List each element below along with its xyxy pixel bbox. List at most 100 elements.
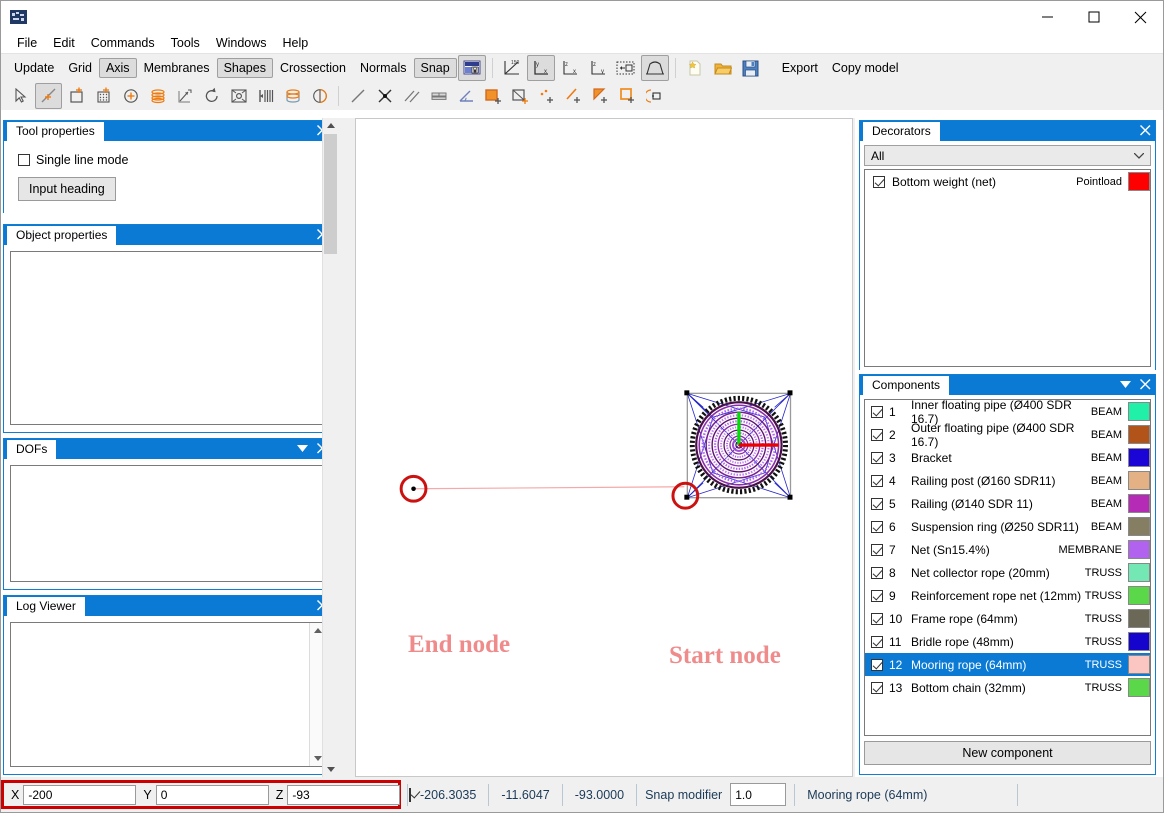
component-color-swatch[interactable] <box>1128 678 1150 697</box>
toolbar-membranes[interactable]: Membranes <box>137 58 217 78</box>
menu-commands[interactable]: Commands <box>83 34 163 52</box>
component-row[interactable]: 4 Railing post (Ø160 SDR11) BEAM <box>865 469 1150 492</box>
add-square-icon[interactable] <box>615 84 640 108</box>
close-button[interactable] <box>1117 1 1163 33</box>
component-color-swatch[interactable] <box>1128 563 1150 582</box>
toolbar-axis[interactable]: Axis <box>98 58 137 78</box>
component-row[interactable]: 6 Suspension ring (Ø250 SDR11) BEAM <box>865 515 1150 538</box>
left-dock-scrollbar[interactable] <box>322 118 338 777</box>
rotate-icon[interactable] <box>199 84 224 108</box>
decorator-color-swatch[interactable] <box>1128 172 1150 191</box>
save-disk-icon[interactable] <box>738 56 764 80</box>
decorator-row[interactable]: Bottom weight (net) Pointload <box>865 170 1150 193</box>
angle-150-axis-icon[interactable]: 150 <box>499 56 525 80</box>
fill-square-icon[interactable] <box>480 84 505 108</box>
chevron-down-icon[interactable] <box>297 443 308 455</box>
component-row[interactable]: 2 Outer floating pipe (Ø400 SDR 16.7) BEAM <box>865 421 1150 449</box>
lock-view-icon[interactable] <box>457 55 486 81</box>
toolbar-grid[interactable]: Grid <box>61 58 99 78</box>
component-checkbox[interactable] <box>871 658 883 671</box>
minimize-button[interactable] <box>1025 1 1071 33</box>
toolbar-snap[interactable]: Snap <box>413 58 457 78</box>
y-input[interactable] <box>155 784 269 805</box>
component-checkbox[interactable] <box>871 566 883 579</box>
copy-model-button[interactable]: Copy model <box>825 58 906 78</box>
z-input[interactable] <box>287 784 401 805</box>
menu-windows[interactable]: Windows <box>208 34 275 52</box>
component-color-swatch[interactable] <box>1128 494 1150 513</box>
component-checkbox[interactable] <box>871 589 883 602</box>
menu-help[interactable]: Help <box>275 34 317 52</box>
toolbar-update[interactable]: Update <box>7 58 61 78</box>
component-row[interactable]: 8 Net collector rope (20mm) TRUSS <box>865 561 1150 584</box>
component-row[interactable]: 9 Reinforcement rope net (12mm) TRUSS <box>865 584 1150 607</box>
close-icon[interactable] <box>1140 124 1151 138</box>
add-line-icon[interactable] <box>561 84 586 108</box>
toolbar-shapes[interactable]: Shapes <box>216 58 273 78</box>
chevron-down-icon[interactable] <box>1120 379 1131 391</box>
component-row[interactable]: 12 Mooring rope (64mm) TRUSS <box>865 653 1150 676</box>
single-line-mode-row[interactable]: Single line mode <box>18 153 318 167</box>
axis-yx-icon[interactable]: y x <box>526 55 555 81</box>
component-color-swatch[interactable] <box>1128 517 1150 536</box>
component-color-swatch[interactable] <box>1128 632 1150 651</box>
decorators-filter-select[interactable]: All <box>864 145 1151 166</box>
select-arrow-icon[interactable] <box>8 84 33 108</box>
model-canvas[interactable]: End node Start node <box>355 118 853 777</box>
parallel-lines-icon[interactable] <box>399 84 424 108</box>
menu-file[interactable]: File <box>9 34 45 52</box>
component-row[interactable]: 13 Bottom chain (32mm) TRUSS <box>865 676 1150 699</box>
add-triangle-icon[interactable] <box>588 84 613 108</box>
component-checkbox[interactable] <box>871 497 883 510</box>
components-list[interactable]: 1 Inner floating pipe (Ø400 SDR 16.7) BEAM… <box>864 399 1151 736</box>
component-checkbox[interactable] <box>871 451 883 464</box>
component-color-swatch[interactable] <box>1128 540 1150 559</box>
component-checkbox[interactable] <box>871 428 883 441</box>
x-input[interactable] <box>23 784 137 805</box>
component-checkbox[interactable] <box>871 612 883 625</box>
component-color-swatch[interactable] <box>1128 402 1150 421</box>
object-properties-list[interactable] <box>10 251 326 425</box>
measure-icon[interactable] <box>426 84 451 108</box>
menu-tools[interactable]: Tools <box>163 34 208 52</box>
input-heading-button[interactable]: Input heading <box>18 177 116 201</box>
scale-icon[interactable] <box>226 84 251 108</box>
add-grid-icon[interactable] <box>91 84 116 108</box>
maximize-button[interactable] <box>1071 1 1117 33</box>
toolbar-normals[interactable]: Normals <box>353 58 414 78</box>
dofs-list[interactable] <box>10 465 326 582</box>
shape-arch-icon[interactable] <box>640 55 669 81</box>
component-checkbox[interactable] <box>871 543 883 556</box>
open-folder-icon[interactable] <box>710 56 736 80</box>
single-line-mode-checkbox[interactable] <box>18 154 30 166</box>
left-scroll-thumb[interactable] <box>324 134 337 254</box>
mirror-icon[interactable] <box>642 84 667 108</box>
toolbar-crossection[interactable]: Crossection <box>273 58 353 78</box>
component-checkbox[interactable] <box>871 681 883 694</box>
component-color-swatch[interactable] <box>1128 448 1150 467</box>
component-color-swatch[interactable] <box>1128 471 1150 490</box>
axis-zy-icon[interactable]: z y <box>585 56 611 80</box>
menu-edit[interactable]: Edit <box>45 34 83 52</box>
close-icon[interactable] <box>1140 378 1151 392</box>
angle-icon[interactable] <box>453 84 478 108</box>
divide-icon[interactable] <box>253 84 278 108</box>
component-color-swatch[interactable] <box>1128 425 1150 444</box>
component-row[interactable]: 5 Railing (Ø140 SDR 11) BEAM <box>865 492 1150 515</box>
component-color-swatch[interactable] <box>1127 654 1150 675</box>
stack-icon[interactable] <box>145 84 170 108</box>
component-color-swatch[interactable] <box>1128 586 1150 605</box>
component-row[interactable]: 10 Frame rope (64mm) TRUSS <box>865 607 1150 630</box>
decorator-checkbox[interactable] <box>873 175 885 188</box>
log-viewer-text[interactable] <box>10 622 326 767</box>
component-row[interactable]: 3 Bracket BEAM <box>865 446 1150 469</box>
component-row[interactable]: 7 Net (Sn15.4%) MEMBRANE <box>865 538 1150 561</box>
decorators-list[interactable]: Bottom weight (net) Pointload <box>864 169 1151 367</box>
coordinate-lock-checkbox[interactable] <box>409 787 412 802</box>
component-checkbox[interactable] <box>871 474 883 487</box>
add-rectangle-icon[interactable] <box>64 84 89 108</box>
extrude-icon[interactable] <box>172 84 197 108</box>
snap-modifier-input[interactable] <box>730 783 787 806</box>
component-checkbox[interactable] <box>871 520 883 533</box>
intersection-icon[interactable] <box>372 84 397 108</box>
